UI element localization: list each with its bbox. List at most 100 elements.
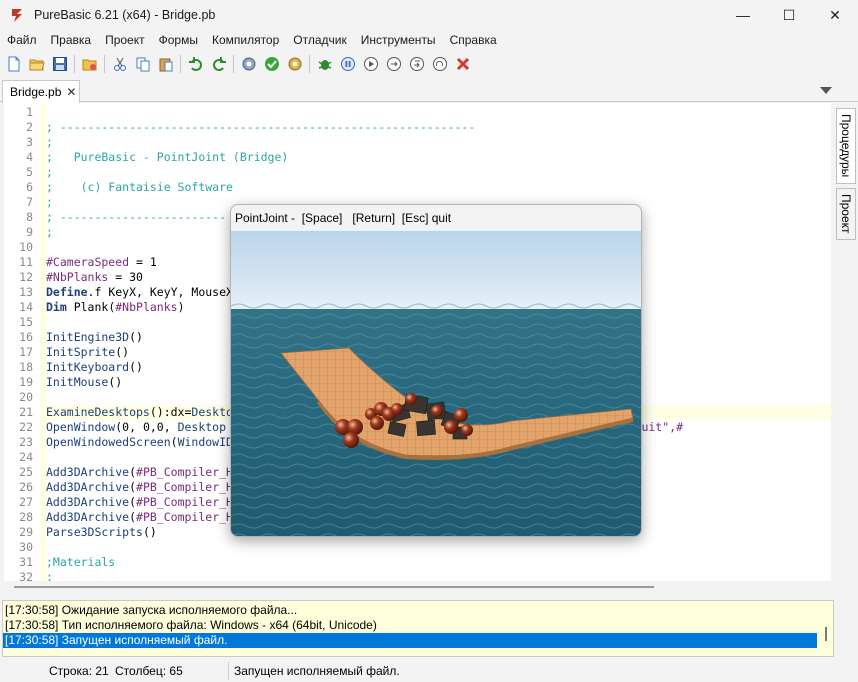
line-number: 32 <box>19 570 33 581</box>
code-line[interactable]: ; <box>46 225 53 240</box>
continue-icon[interactable] <box>430 54 450 74</box>
menu-tools[interactable]: Инструменты <box>354 30 443 50</box>
code-line[interactable]: Add3DArchive(#PB_Compiler_H <box>46 465 233 480</box>
code-line[interactable]: ; PureBasic - PointJoint (Bridge) <box>46 150 288 165</box>
close-window-button[interactable]: ✕ <box>812 0 858 30</box>
scrollbar-thumb[interactable] <box>14 586 654 588</box>
code-line[interactable]: ;Materials <box>46 555 115 570</box>
code-line[interactable]: Define.f KeyX, KeyY, MouseX <box>46 285 233 300</box>
code-line[interactable]: ; <box>46 195 53 210</box>
code-line[interactable]: OpenWindowedScreen(WindowID <box>46 435 233 450</box>
line-number: 22 <box>19 420 33 434</box>
maximize-button[interactable]: ☐ <box>766 0 812 30</box>
redo-icon[interactable] <box>209 54 229 74</box>
pointjoint-game-window[interactable]: PointJoint - [Space] [Return] [Esc] quit <box>230 204 642 537</box>
code-token: ) <box>177 300 185 314</box>
menu-edit[interactable]: Правка <box>44 30 99 50</box>
menu-file[interactable]: Файл <box>0 30 44 50</box>
status-message: Запущен исполняемый файл. <box>234 664 400 678</box>
line-number: 27 <box>19 495 33 509</box>
code-token: InitSprite <box>46 345 116 359</box>
code-token: Add3DArchive <box>46 510 130 524</box>
cut-icon[interactable] <box>110 54 130 74</box>
open-file-icon[interactable] <box>27 54 47 74</box>
code-line[interactable]: #CameraSpeed = 1 <box>46 255 157 270</box>
tab-label: Bridge.pb <box>10 85 62 99</box>
undo-icon[interactable] <box>186 54 206 74</box>
code-token: Add3DArchive <box>46 495 130 509</box>
code-line[interactable]: Dim Plank(#NbPlanks) <box>46 300 185 315</box>
step-out-icon[interactable] <box>407 54 427 74</box>
minimize-button[interactable]: — <box>720 0 766 30</box>
tab-list-dropdown-icon[interactable] <box>820 87 832 94</box>
line-number: 6 <box>26 180 33 194</box>
code-line[interactable]: ; --------------------------------------… <box>46 120 475 135</box>
code-token: Plank( <box>66 300 116 314</box>
line-number: 7 <box>26 195 33 209</box>
save-all-icon[interactable] <box>80 54 100 74</box>
line-number-gutter: 1 2 3 4 5 6 7 8 9 10 11 12 13 14 15 16 17 18 19 20 21 22 23 24 2… <box>4 103 41 581</box>
step-over-icon[interactable] <box>384 54 404 74</box>
code-line[interactable]: InitEngine3D() <box>46 330 143 345</box>
code-line[interactable]: InitSprite() <box>46 345 129 360</box>
code-token: #PB_Compiler_H <box>136 495 233 509</box>
log-line-selected[interactable]: [17:30:58] Запущен исполняемый файл. <box>3 633 817 648</box>
debugger-icon[interactable] <box>315 54 335 74</box>
3d-viewport[interactable] <box>231 231 642 537</box>
log-line[interactable]: [17:30:58] Тип исполняемого файла: Windo… <box>3 618 817 633</box>
menu-forms[interactable]: Формы <box>152 30 205 50</box>
copy-icon[interactable] <box>133 54 153 74</box>
code-line[interactable]: ; <box>46 570 53 581</box>
code-line[interactable]: InitKeyboard() <box>46 360 143 375</box>
game-window-title: PointJoint - [Space] [Return] [Esc] quit <box>235 211 452 225</box>
step-icon[interactable] <box>361 54 381 74</box>
tab-bridge-pb[interactable]: Bridge.pb ✕ <box>2 80 80 103</box>
tab-close-icon[interactable]: ✕ <box>66 85 76 99</box>
line-number: 14 <box>19 300 33 314</box>
line-number: 13 <box>19 285 33 299</box>
compiler-log-panel[interactable]: [17:30:58] Ожидание запуска исполняемого… <box>2 600 834 657</box>
kill-icon[interactable] <box>453 54 473 74</box>
code-line[interactable]: ; (c) Fantaisie Software <box>46 180 233 195</box>
line-number: 26 <box>19 480 33 494</box>
code-token: = 30 <box>108 270 143 284</box>
log-line[interactable]: [17:30:58] Ожидание запуска исполняемого… <box>3 603 817 618</box>
code-token: () <box>142 525 157 539</box>
code-line[interactable]: ; ------------------------ <box>46 210 226 225</box>
toolbar-separator <box>309 55 310 73</box>
code-line[interactable]: ; <box>46 135 53 150</box>
code-token: (0, 0,0, <box>115 420 178 434</box>
code-token: ; ------------------------ <box>46 210 227 224</box>
paste-icon[interactable] <box>156 54 176 74</box>
tab-project[interactable]: Проект <box>836 188 856 240</box>
code-line[interactable]: InitMouse() <box>46 375 122 390</box>
pause-icon[interactable] <box>338 54 358 74</box>
compile-run-icon[interactable] <box>239 54 259 74</box>
code-token: ( <box>129 495 137 509</box>
horizontal-scrollbar[interactable] <box>4 581 831 595</box>
code-line[interactable]: #NbPlanks = 30 <box>46 270 143 285</box>
line-number: 18 <box>19 360 33 374</box>
code-token: ; <box>46 225 53 239</box>
menu-help[interactable]: Справка <box>443 30 504 50</box>
menu-project[interactable]: Проект <box>98 30 152 50</box>
line-number: 5 <box>26 165 33 179</box>
code-line[interactable]: Parse3DScripts() <box>46 525 157 540</box>
code-token: ():dx= <box>149 405 192 419</box>
menu-debugger[interactable]: Отладчик <box>286 30 353 50</box>
new-file-icon[interactable] <box>4 54 24 74</box>
code-token: ; PureBasic - PointJoint (Bridge) <box>46 150 289 164</box>
menu-compiler[interactable]: Компилятор <box>205 30 286 50</box>
toolbar <box>0 51 858 77</box>
log-scrollbar-thumb[interactable] <box>825 627 827 641</box>
code-token: ( <box>170 435 178 449</box>
compiler-options-icon[interactable] <box>285 54 305 74</box>
tab-procedures[interactable]: Процедуры <box>836 108 856 184</box>
syntax-check-icon[interactable] <box>262 54 282 74</box>
code-line[interactable]: ExamineDesktops():dx=Desktop <box>46 405 240 420</box>
line-number: 10 <box>19 240 33 254</box>
code-line[interactable]: ; <box>46 165 53 180</box>
code-token: #NbPlanks <box>115 300 178 314</box>
code-token: ; <box>46 165 53 179</box>
save-icon[interactable] <box>50 54 70 74</box>
